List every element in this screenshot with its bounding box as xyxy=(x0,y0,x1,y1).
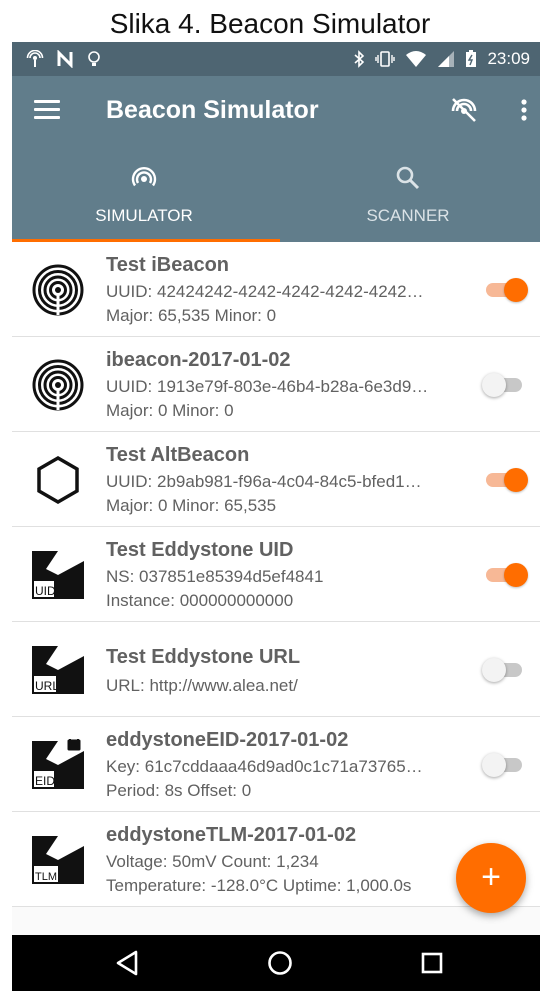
beacon-row[interactable]: UID Test Eddystone UID NS: 037851e85394d… xyxy=(12,527,540,622)
beacon-detail: NS: 037851e85394d5ef4841 xyxy=(106,567,324,586)
beacon-detail: Voltage: 50mV Count: 1,234 xyxy=(106,852,319,871)
menu-icon[interactable] xyxy=(34,100,60,120)
app-title: Beacon Simulator xyxy=(106,96,319,124)
beacon-name: Test AltBeacon xyxy=(106,444,250,466)
beacon-row[interactable]: Test AltBeacon UUID: 2b9ab981-f96a-4c04-… xyxy=(12,432,540,527)
beacon-name: Test Eddystone URL xyxy=(106,646,301,668)
beacon-name: ibeacon-2017-01-02 xyxy=(106,349,291,371)
beacon-detail: Major: 65,535 Minor: 0 xyxy=(106,306,277,325)
beacon-detail: Instance: 000000000000 xyxy=(106,591,294,610)
eddystone-url-icon: URL xyxy=(32,646,84,694)
back-icon[interactable] xyxy=(112,947,144,979)
beacon-row[interactable]: Test iBeacon UUID: 42424242-4242-4242-42… xyxy=(12,242,540,337)
tab-scanner[interactable]: SCANNER xyxy=(276,146,540,242)
home-icon[interactable] xyxy=(264,947,296,979)
beacon-detail: Period: 8s Offset: 0 xyxy=(106,781,252,800)
eddystone-badge: TLM xyxy=(35,871,57,883)
beacon-toggle[interactable] xyxy=(482,753,526,777)
vibrate-icon xyxy=(375,51,396,67)
beacon-detail: Major: 0 Minor: 65,535 xyxy=(106,496,277,515)
beacon-name: Test Eddystone UID xyxy=(106,539,294,561)
eddystone-badge: URL xyxy=(35,679,59,693)
eddystone-tlm-icon: TLM xyxy=(32,836,84,884)
bulb-icon xyxy=(88,51,100,66)
beacon-row[interactable]: URL Test Eddystone URL URL: http://www.a… xyxy=(12,622,540,717)
beacon-name: eddystoneTLM-2017-01-02 xyxy=(106,824,357,846)
eddystone-badge: EID xyxy=(35,774,55,788)
eddystone-badge: UID xyxy=(35,584,56,598)
bluetooth-icon xyxy=(354,50,365,68)
tab-bar: SIMULATOR SCANNER xyxy=(12,146,540,242)
beacon-detail: UUID: 42424242-4242-4242-4242-4242… xyxy=(106,282,424,301)
beacon-toggle[interactable] xyxy=(482,563,528,587)
beacon-row[interactable]: ibeacon-2017-01-02 UUID: 1913e79f-803e-4… xyxy=(12,337,540,432)
battery-icon xyxy=(466,50,477,67)
wifi-icon xyxy=(406,51,427,67)
ibeacon-icon xyxy=(32,359,84,411)
altbeacon-icon xyxy=(37,455,79,505)
navigation-bar xyxy=(12,935,540,991)
beacon-detail: UUID: 2b9ab981-f96a-4c04-84c5-bfed1… xyxy=(106,472,422,491)
eddystone-uid-icon: UID xyxy=(32,551,84,599)
broadcast-icon xyxy=(131,166,157,187)
add-beacon-button[interactable]: + xyxy=(456,843,526,913)
beacon-row[interactable]: EID eddystoneEID-2017-01-02 Key: 61c7cdd… xyxy=(12,717,540,812)
ibeacon-icon xyxy=(32,264,84,316)
phone-screen: 23:09 Beacon Simulator SIMULATOR SCANNER… xyxy=(12,42,540,991)
n-icon xyxy=(57,50,73,68)
app-bar: Beacon Simulator xyxy=(12,76,540,146)
figure-caption: Slika 4. Beacon Simulator xyxy=(109,8,431,39)
beacon-toggle[interactable] xyxy=(482,373,526,397)
tab-simulator-label: SIMULATOR xyxy=(95,206,193,225)
beacon-detail: UUID: 1913e79f-803e-46b4-b28a-6e3d9… xyxy=(106,377,429,396)
beacon-name: Test iBeacon xyxy=(106,254,229,276)
search-icon xyxy=(396,166,420,190)
add-icon: + xyxy=(481,858,501,896)
beacon-toggle[interactable] xyxy=(482,278,528,302)
overflow-menu-icon[interactable] xyxy=(508,94,540,126)
beacon-name: eddystoneEID-2017-01-02 xyxy=(106,729,349,751)
recents-icon[interactable] xyxy=(416,947,448,979)
beacon-toggle[interactable] xyxy=(482,658,526,682)
status-time: 23:09 xyxy=(487,49,530,68)
tab-scanner-label: SCANNER xyxy=(366,206,450,225)
eddystone-eid-icon: EID xyxy=(32,739,84,789)
beacon-toggle[interactable] xyxy=(482,468,528,492)
broadcast-off-icon[interactable] xyxy=(448,94,480,126)
tab-simulator[interactable]: SIMULATOR xyxy=(12,146,276,242)
beacon-detail: Key: 61c7cddaaa46d9ad0c1c71a73765… xyxy=(106,757,423,776)
nfc-broadcast-icon xyxy=(26,50,44,67)
beacon-detail: Temperature: -128.0°C Uptime: 1,000.0s xyxy=(106,876,412,895)
status-right-icons: 23:09 xyxy=(353,49,530,69)
beacon-list: Test iBeacon UUID: 42424242-4242-4242-42… xyxy=(12,242,540,907)
beacon-detail: Major: 0 Minor: 0 xyxy=(106,401,234,420)
beacon-detail: URL: http://www.alea.net/ xyxy=(106,676,298,695)
status-bar: 23:09 xyxy=(12,42,540,76)
signal-icon xyxy=(438,51,455,67)
